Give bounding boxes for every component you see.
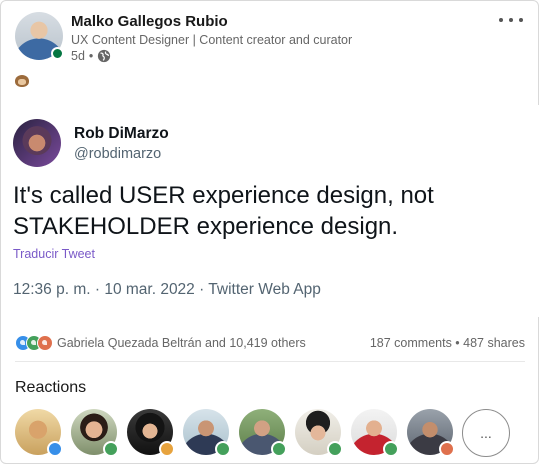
reactor-avatar[interactable]	[15, 409, 63, 457]
celebrate-icon	[327, 441, 343, 457]
celebrate-icon	[271, 441, 287, 457]
tweet-timestamp: 12:36 p. m. · 10 mar. 2022 · Twitter Web…	[13, 281, 321, 298]
feed-post: Malko Gallegos Rubio UX Content Designer…	[0, 0, 539, 464]
reactor-avatar[interactable]	[407, 409, 455, 457]
see-no-evil-monkey-icon	[15, 75, 29, 87]
reactor-avatar[interactable]	[295, 409, 343, 457]
reactor-avatar[interactable]	[71, 409, 119, 457]
translate-tweet-link: Traducir Tweet	[13, 247, 95, 261]
insightful-icon	[159, 441, 175, 457]
embedded-tweet-image[interactable]: Rob DiMarzo @robdimarzo It's called USER…	[1, 105, 539, 317]
more-reactors-button[interactable]: ...	[462, 409, 510, 457]
celebrate-icon	[383, 441, 399, 457]
post-text	[15, 75, 29, 90]
like-icon	[47, 441, 63, 457]
reactors-row: ...	[15, 409, 515, 457]
author-name[interactable]: Malko Gallegos Rubio	[71, 13, 228, 30]
meta-separator: •	[88, 49, 94, 63]
love-icon	[37, 335, 53, 351]
divider	[15, 361, 525, 362]
online-status-icon	[51, 47, 64, 60]
celebrate-icon	[215, 441, 231, 457]
more-options-icon[interactable]	[499, 11, 523, 29]
post-meta: 5d •	[71, 49, 111, 63]
social-counts: Gabriela Quezada Beltrán and 10,419 othe…	[15, 333, 525, 353]
tweet-author-name: Rob DiMarzo	[74, 125, 169, 142]
celebrate-icon	[103, 441, 119, 457]
tweet-author-avatar	[13, 119, 61, 167]
tweet-author-handle: @robdimarzo	[74, 146, 162, 162]
tweet-text: It's called USER experience design, not …	[13, 182, 434, 240]
post-age: 5d	[71, 49, 85, 63]
globe-icon	[98, 49, 111, 63]
reactor-avatar[interactable]	[351, 409, 399, 457]
reactors-summary[interactable]: Gabriela Quezada Beltrán and 10,419 othe…	[57, 336, 306, 350]
reactor-avatar[interactable]	[183, 409, 231, 457]
comments-shares-count[interactable]: 187 comments • 487 shares	[370, 336, 525, 350]
reactor-avatar[interactable]	[239, 409, 287, 457]
love-icon	[439, 441, 455, 457]
author-headline: UX Content Designer | Content creator an…	[71, 33, 353, 47]
reaction-icons[interactable]	[15, 335, 53, 351]
reactions-title: Reactions	[15, 379, 87, 396]
reactor-avatar[interactable]	[127, 409, 175, 457]
